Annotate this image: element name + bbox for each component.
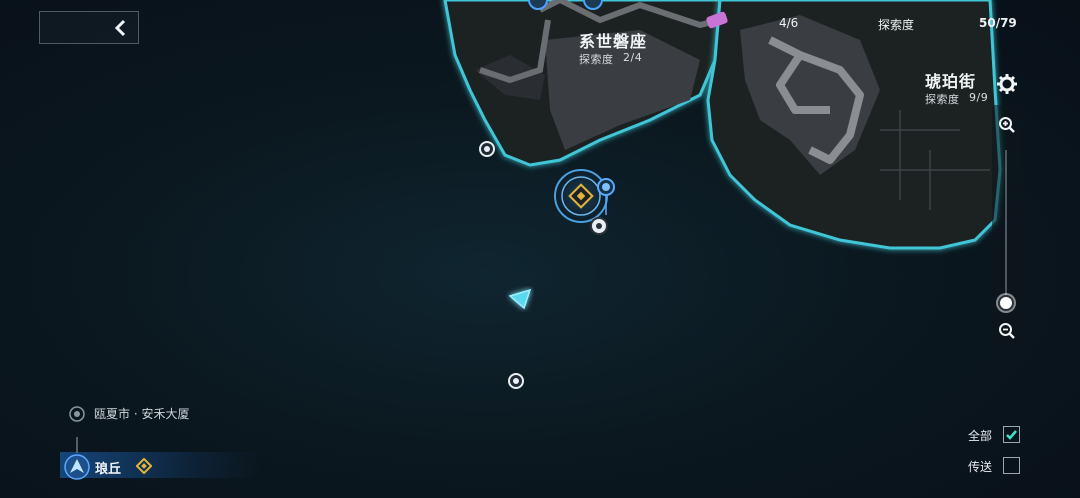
chevron-left-icon: [114, 19, 126, 37]
zoom-out-icon: [999, 323, 1015, 339]
zoom-out-button[interactable]: [998, 322, 1016, 340]
objective-diamond-icon: [136, 458, 152, 474]
zoom-slider-thumb[interactable]: [998, 295, 1014, 311]
region-progress-count: 4/6: [779, 16, 799, 30]
checkmark-icon: [1006, 430, 1017, 440]
region-progress-hupo-label: 探索度: [925, 93, 960, 106]
zoom-in-button[interactable]: [998, 116, 1016, 134]
settings-button[interactable]: [996, 73, 1018, 95]
zoom-slider-track[interactable]: [1005, 150, 1007, 305]
region-progress-xishi-label: 探索度: [579, 53, 614, 66]
current-location-icon: [64, 454, 90, 480]
map-canvas[interactable]: [0, 0, 1080, 498]
filter-teleport-checkbox[interactable]: [1003, 457, 1020, 474]
player-arrow: [508, 288, 532, 310]
region-name-xishi: 系世磐座: [579, 32, 648, 51]
exploration-total: 50/79: [979, 16, 1017, 30]
region-progress-hupo-value: 9/9: [969, 91, 989, 104]
exploration-label: 探索度: [878, 18, 915, 32]
zoom-in-icon: [999, 117, 1015, 133]
region-name-hupo: 琥珀街: [925, 72, 977, 91]
filter-all-label: 全部: [968, 429, 993, 443]
back-button[interactable]: [39, 11, 139, 44]
current-location-highlight: [60, 452, 260, 478]
region-progress-xishi-value: 2/4: [623, 51, 643, 64]
location-parent[interactable]: 瓯夏市 · 安禾大厦: [94, 405, 189, 422]
filter-all-checkbox[interactable]: [1003, 426, 1020, 443]
location-current[interactable]: 琅丘: [95, 458, 121, 477]
filter-teleport-label: 传送: [968, 460, 993, 474]
gear-icon: [997, 74, 1017, 94]
